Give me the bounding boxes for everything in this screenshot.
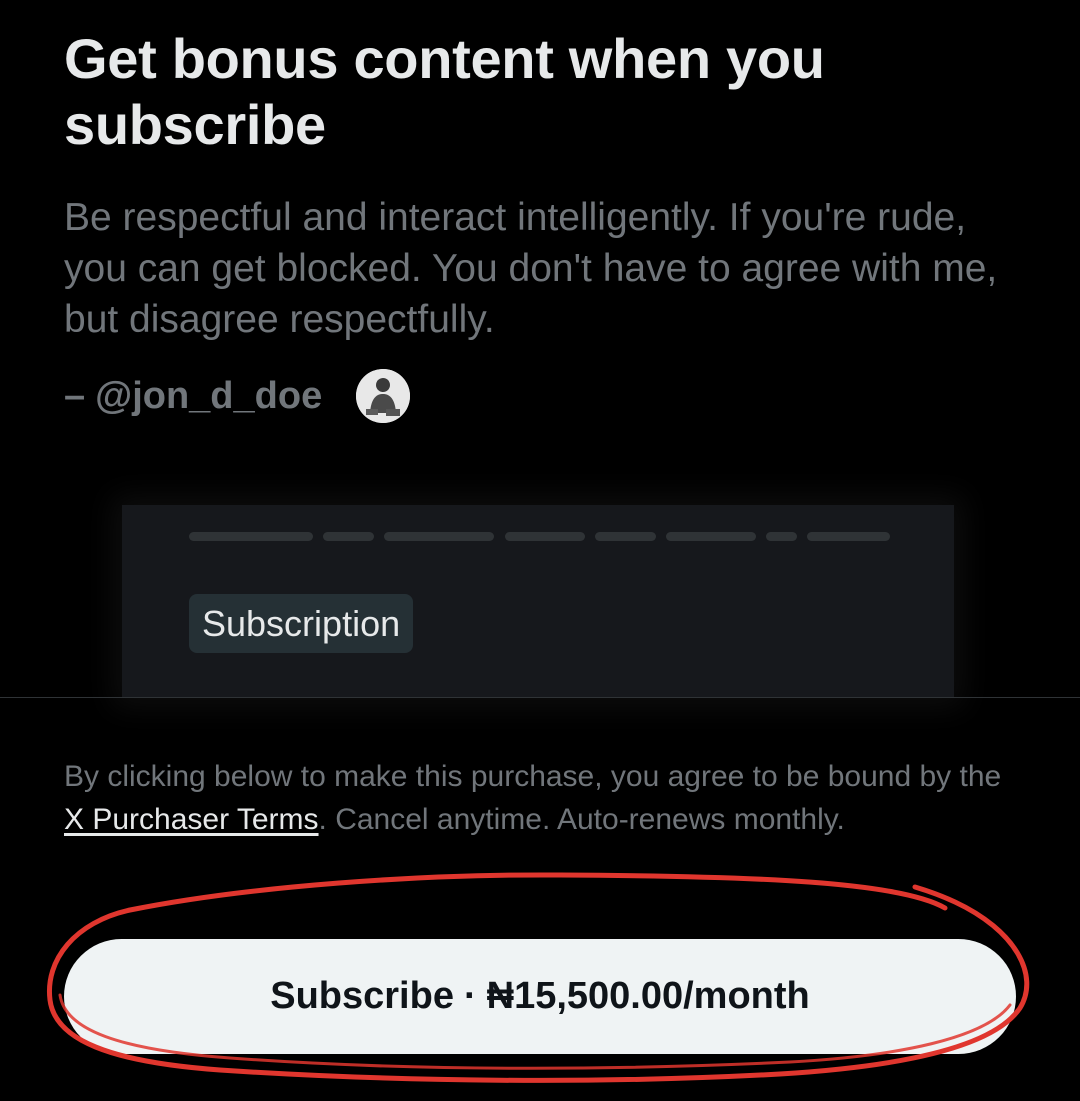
tab-placeholder — [595, 532, 656, 541]
tab-placeholder — [384, 532, 494, 541]
tab-placeholder — [766, 532, 797, 541]
tab-placeholder — [323, 532, 374, 541]
page-title: Get bonus content when you subscribe — [64, 27, 825, 156]
disclaimer-suffix: . Cancel anytime. Auto-renews monthly. — [318, 803, 845, 836]
author-attribution: – @jon_d_doe — [64, 366, 411, 426]
subscribe-button-label: Subscribe — [270, 975, 454, 1017]
subscriber-preview-card: Subscription — [122, 505, 954, 698]
subscribe-button[interactable]: Subscribe · ₦15,500.00/month — [64, 939, 1016, 1054]
subscription-badge: Subscription — [189, 594, 414, 653]
tab-placeholder — [189, 532, 313, 541]
divider — [0, 697, 1080, 698]
disclaimer-prefix: By clicking below to make this purchase,… — [64, 760, 1002, 793]
purchase-disclaimer: By clicking below to make this purchase,… — [64, 755, 1014, 841]
subscribe-sheet: Get bonus content when you subscribe Be … — [0, 0, 1080, 1101]
avatar — [356, 369, 411, 423]
tab-placeholder — [505, 532, 585, 541]
author-dash: – — [64, 374, 86, 417]
purchaser-terms-link[interactable]: X Purchaser Terms — [64, 803, 319, 836]
author-handle: @jon_d_doe — [95, 374, 323, 417]
tab-placeholder — [666, 532, 756, 541]
subscribe-button-price: ₦15,500.00/month — [486, 975, 810, 1017]
creator-message: Be respectful and interact intelligently… — [64, 196, 998, 341]
person-photo-icon — [356, 369, 411, 423]
tab-placeholder — [807, 532, 890, 541]
subscribe-button-separator: · — [463, 975, 477, 1017]
